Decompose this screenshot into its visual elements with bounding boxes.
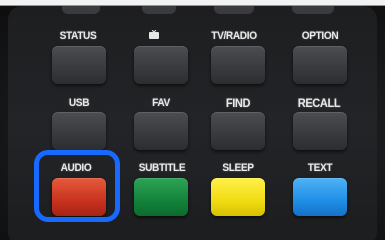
- fav-button[interactable]: [134, 112, 188, 150]
- tv-radio-label: TV/RADIO: [211, 30, 257, 42]
- tv-icon: [149, 30, 159, 39]
- button-edge: [214, 6, 254, 14]
- option-button[interactable]: [293, 46, 347, 84]
- status-button[interactable]: [52, 46, 106, 84]
- button-edge: [62, 6, 100, 14]
- recall-button[interactable]: [293, 112, 347, 150]
- tv-radio-button[interactable]: [211, 46, 265, 84]
- find-label: FIND: [225, 96, 251, 110]
- find-button[interactable]: [211, 112, 265, 150]
- remote-photo: STATUS TV/RADIO OPTION USB FAV FIND RECA…: [0, 0, 385, 240]
- audio-button-highlight: [34, 150, 120, 222]
- sleep-label: SLEEP: [222, 162, 254, 174]
- text-label: TEXT: [307, 162, 333, 174]
- recall-label: RECALL: [297, 96, 341, 110]
- option-label: OPTION: [301, 30, 339, 42]
- usb-label: USB: [68, 97, 90, 109]
- button-edge: [142, 6, 176, 14]
- button-edge: [292, 6, 334, 14]
- usb-button[interactable]: [52, 112, 106, 150]
- subtitle-label: SUBTITLE: [138, 162, 186, 174]
- sleep-yellow-button[interactable]: [211, 178, 265, 216]
- fav-label: FAV: [152, 97, 170, 109]
- tv-button[interactable]: [134, 46, 188, 84]
- status-label: STATUS: [59, 30, 97, 42]
- text-blue-button[interactable]: [293, 178, 347, 216]
- subtitle-green-button[interactable]: [134, 178, 188, 216]
